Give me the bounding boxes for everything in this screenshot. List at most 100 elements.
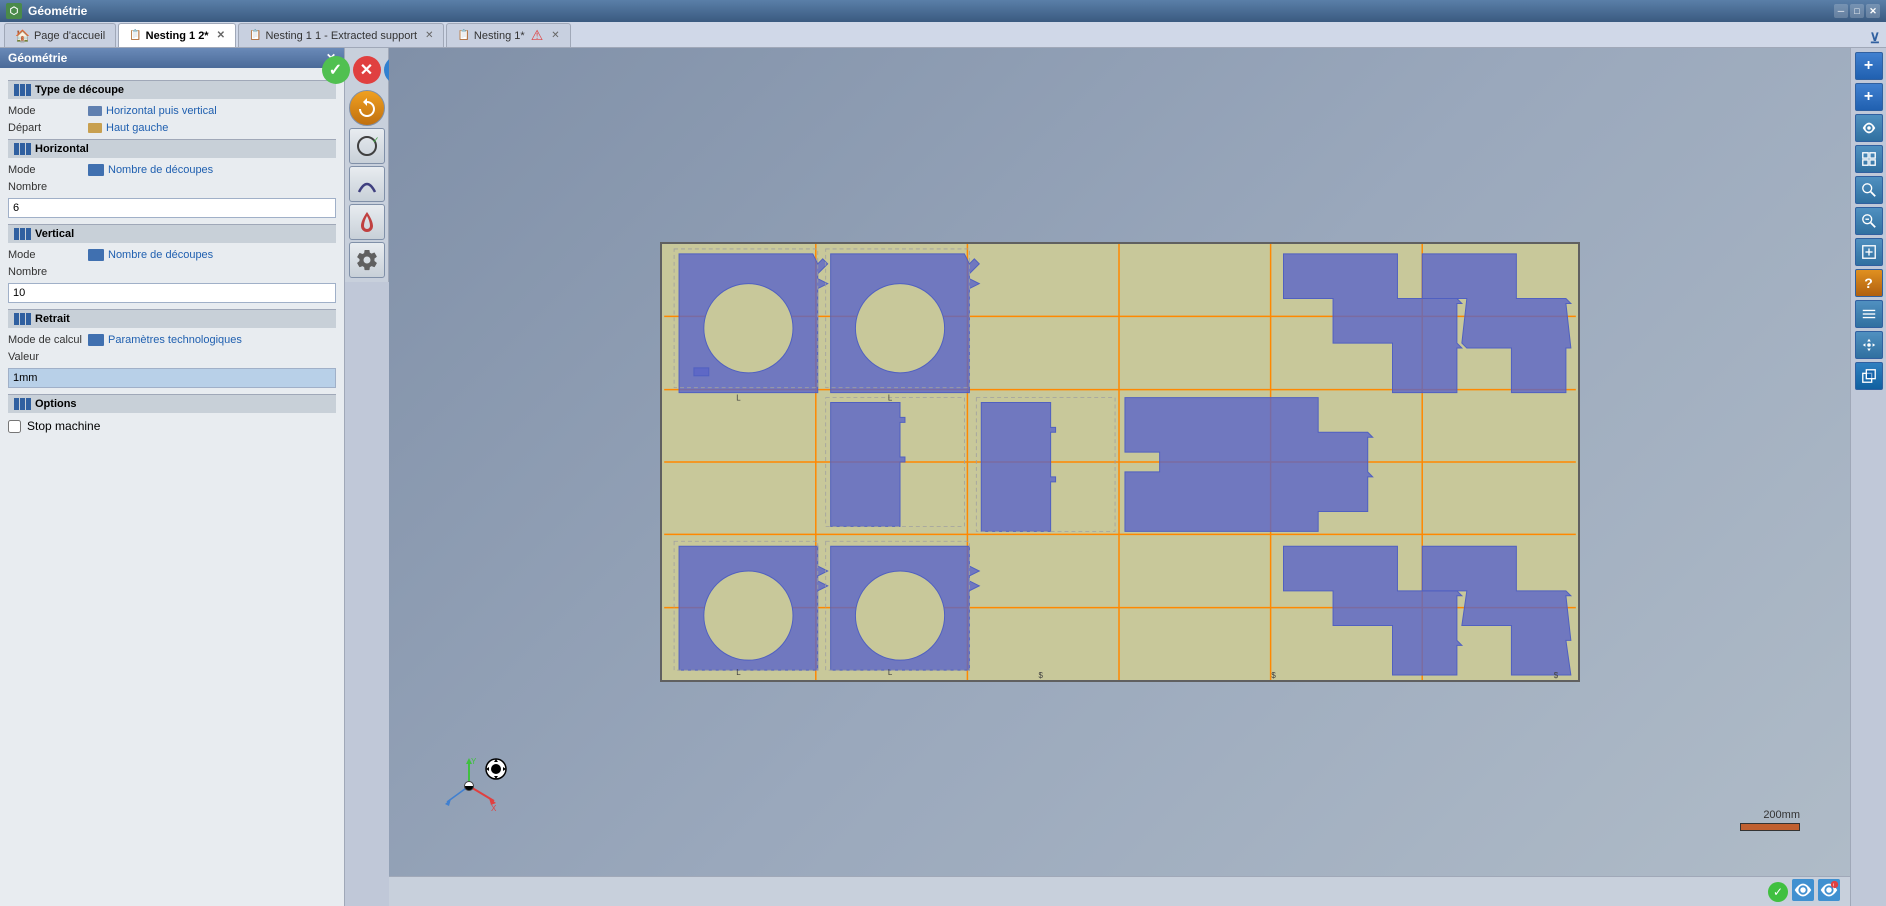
view-button[interactable] xyxy=(1855,114,1883,142)
canvas-area: L L L L $ $ $ 200mm xyxy=(389,48,1850,906)
view-svg-1 xyxy=(1792,879,1814,901)
type-decoupe-depart-label: Départ xyxy=(8,122,88,134)
nesting-svg: L L L L $ $ $ xyxy=(662,244,1578,680)
tab-expand-button[interactable]: ⊻ xyxy=(1870,30,1880,47)
section-horizontal-icon xyxy=(14,143,31,155)
list-button[interactable] xyxy=(1855,300,1883,328)
tab-home-label: Page d'accueil xyxy=(34,30,105,42)
view-icon-1[interactable] xyxy=(1792,879,1814,904)
type-decoupe-mode-row: Mode Horizontal puis vertical xyxy=(8,105,336,117)
horizontal-mode-row: Mode Nombre de découpes xyxy=(8,164,336,176)
horizontal-nombre-input[interactable] xyxy=(8,198,336,218)
move-button[interactable] xyxy=(1855,331,1883,359)
zoom-fit-icon xyxy=(1861,244,1877,260)
maximize-button[interactable]: □ xyxy=(1850,4,1864,18)
title-bar-title: Géométrie xyxy=(28,4,1834,18)
tab-nesting1[interactable]: 📋 Nesting 1* ⚠ ✕ xyxy=(446,23,570,47)
validate-tool-button[interactable]: ✓ xyxy=(349,128,385,164)
tab-home[interactable]: 🏠 Page d'accueil xyxy=(4,23,116,47)
tab-nesting2-close[interactable]: ✕ xyxy=(217,30,225,41)
horizontal-nombre-row: Nombre xyxy=(8,181,336,193)
minimize-button[interactable]: ─ xyxy=(1834,4,1848,18)
zoom-fit-button[interactable] xyxy=(1855,238,1883,266)
tab-nesting1-close[interactable]: ✕ xyxy=(551,30,559,41)
nesting-canvas[interactable]: L L L L $ $ $ xyxy=(660,242,1580,682)
vertical-mode-row: Mode Nombre de découpes xyxy=(8,249,336,261)
check-button[interactable]: ✓ xyxy=(322,56,350,84)
tab-nesting1-icon: 📋 xyxy=(457,30,469,41)
close-button[interactable]: ✕ xyxy=(1866,4,1880,18)
stop-machine-checkbox[interactable] xyxy=(8,420,21,433)
horizontal-nombre-label: Nombre xyxy=(8,181,88,193)
haut-gauche-link[interactable]: Haut gauche xyxy=(106,122,168,134)
vertical-mode-value: Nombre de découpes xyxy=(88,249,336,261)
curve-tool-button[interactable] xyxy=(349,166,385,202)
svg-text:$: $ xyxy=(1038,671,1043,680)
retrait-mode-value: Paramètres technologiques xyxy=(88,334,336,346)
nombre-decoupes-h-link[interactable]: Nombre de découpes xyxy=(108,164,213,176)
tab-home-icon: 🏠 xyxy=(15,29,30,43)
tab-nesting1extracted-close[interactable]: ✕ xyxy=(425,30,433,41)
retrait-mode-icon xyxy=(88,334,104,346)
svg-text:L: L xyxy=(736,668,741,677)
horizontal-mode-value: Nombre de découpes xyxy=(88,164,336,176)
retrait-valeur-input-container xyxy=(8,368,336,388)
tool-action-area: ✓ ✕ ? ✓ xyxy=(345,48,389,282)
grid-icon xyxy=(1861,151,1877,167)
view-icon-2[interactable]: ! xyxy=(1818,879,1840,904)
cross-button[interactable]: ✕ xyxy=(353,56,381,84)
search-icon xyxy=(1861,182,1877,198)
horizontal-nombre-input-container xyxy=(8,198,336,218)
svg-text:L: L xyxy=(887,394,892,403)
move-cursor xyxy=(484,757,508,781)
eye-icon xyxy=(1861,120,1877,136)
tab-nesting2[interactable]: 📋 Nesting 1 2* ✕ xyxy=(118,23,236,47)
mode-icon-1 xyxy=(88,106,102,116)
search-button[interactable] xyxy=(1855,176,1883,204)
section-retrait: Retrait xyxy=(8,309,336,328)
tab-nesting1extracted-label: Nesting 1 1 - Extracted support xyxy=(265,30,417,42)
section-options: Options xyxy=(8,394,336,413)
tab-nesting2-icon: 📋 xyxy=(129,30,141,41)
params-techno-link[interactable]: Paramètres technologiques xyxy=(108,334,242,346)
tab-nesting1extracted[interactable]: 📋 Nesting 1 1 - Extracted support ✕ xyxy=(238,23,444,47)
search-minus-icon xyxy=(1861,213,1877,229)
cut-tool-button[interactable] xyxy=(349,204,385,240)
horizontal-vertical-link[interactable]: Horizontal puis vertical xyxy=(106,105,217,117)
section-options-icon xyxy=(14,398,31,410)
add-button-2[interactable]: + xyxy=(1855,83,1883,111)
search-minus-button[interactable] xyxy=(1855,207,1883,235)
section-vertical: Vertical xyxy=(8,224,336,243)
box-icon xyxy=(1861,368,1877,384)
svg-text:$: $ xyxy=(1271,671,1276,680)
box-button[interactable] xyxy=(1855,362,1883,390)
vertical-nombre-input[interactable] xyxy=(8,283,336,303)
cut-icon xyxy=(355,210,379,234)
type-decoupe-depart-row: Départ Haut gauche xyxy=(8,122,336,134)
left-panel-content: Type de découpe Mode Horizontal puis ver… xyxy=(0,68,344,906)
settings-tool-button[interactable] xyxy=(349,242,385,278)
warning-icon: ⚠ xyxy=(531,27,544,44)
title-bar-controls: ─ □ ✕ xyxy=(1834,4,1880,18)
left-side-tools: ✓ ✕ ? ✓ xyxy=(345,48,389,906)
svg-text:$: $ xyxy=(1553,671,1558,680)
help-button[interactable]: ? xyxy=(1855,269,1883,297)
undo-tool-button[interactable] xyxy=(349,90,385,126)
list-icon xyxy=(1861,306,1877,322)
type-decoupe-mode-label: Mode xyxy=(8,105,88,117)
add-button-1[interactable]: + xyxy=(1855,52,1883,80)
tab-bar-right: ⊻ xyxy=(1870,30,1886,47)
section-retrait-label: Retrait xyxy=(35,313,70,325)
svg-text:Y: Y xyxy=(471,757,477,766)
title-bar-icon: ⬡ xyxy=(6,3,22,19)
tab-nesting1extracted-icon: 📋 xyxy=(249,30,261,41)
status-icons: ✓ ! xyxy=(1768,879,1840,904)
stop-machine-label: Stop machine xyxy=(27,419,100,433)
section-horizontal: Horizontal xyxy=(8,139,336,158)
grid-button[interactable] xyxy=(1855,145,1883,173)
retrait-valeur-input[interactable] xyxy=(8,368,336,388)
nombre-decoupes-v-link[interactable]: Nombre de découpes xyxy=(108,249,213,261)
stop-machine-row: Stop machine xyxy=(8,419,336,433)
tab-bar: 🏠 Page d'accueil 📋 Nesting 1 2* ✕ 📋 Nest… xyxy=(0,22,1886,48)
section-retrait-icon xyxy=(14,313,31,325)
